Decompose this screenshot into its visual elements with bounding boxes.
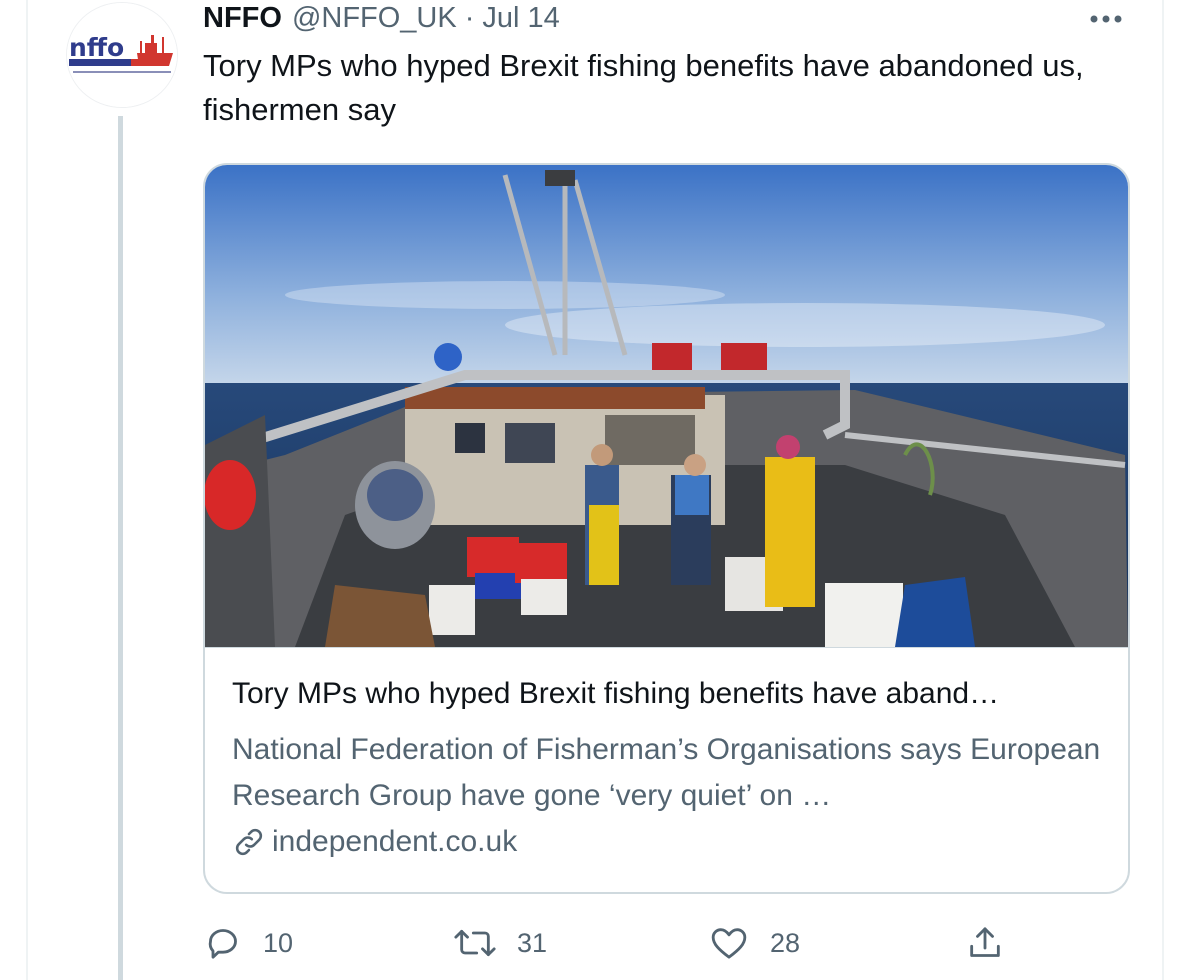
like-button[interactable]: 28	[708, 920, 800, 966]
display-name[interactable]: NFFO	[203, 2, 282, 35]
link-card[interactable]: Tory MPs who hyped Brexit fishing benefi…	[203, 163, 1130, 894]
card-domain-text: independent.co.uk	[272, 825, 518, 858]
retweet-button[interactable]: 31	[453, 920, 547, 966]
more-options-button[interactable]	[1086, 4, 1126, 34]
retweet-icon	[454, 929, 496, 957]
nffo-logo-icon: nffo	[67, 3, 177, 107]
reply-button[interactable]: 10	[203, 920, 293, 966]
card-domain[interactable]: independent.co.uk	[232, 825, 517, 859]
share-icon	[970, 927, 1000, 957]
share-button[interactable]	[965, 920, 1005, 966]
more-icon	[1090, 15, 1122, 23]
thread-line	[118, 116, 123, 980]
tweet-date[interactable]: Jul 14	[482, 2, 559, 35]
timeline-border-left	[26, 0, 28, 980]
tweet-text: Tory MPs who hyped Brexit fishing benefi…	[203, 48, 1084, 127]
svg-text:nffo: nffo	[69, 33, 124, 62]
heart-icon	[711, 928, 747, 959]
separator-dot: ·	[464, 1, 475, 34]
avatar[interactable]: nffo	[66, 2, 178, 108]
reply-count: 10	[263, 927, 294, 958]
like-count: 28	[770, 927, 801, 958]
link-icon	[235, 828, 263, 856]
card-title[interactable]: Tory MPs who hyped Brexit fishing benefi…	[232, 677, 1112, 711]
card-divider	[205, 647, 1128, 648]
timeline-border-right	[1162, 0, 1164, 980]
reply-icon	[208, 929, 237, 959]
user-handle[interactable]: @NFFO_UK	[292, 2, 457, 35]
retweet-count: 31	[517, 927, 548, 958]
card-description: National Federation of Fisherman’s Organ…	[232, 733, 1101, 812]
tweet-header: NFFO @NFFO_UK · Jul 14	[203, 0, 560, 36]
fishing-boat-deck-photo[interactable]	[205, 165, 1128, 647]
tweet-actions: 10 31 28	[203, 920, 1033, 966]
